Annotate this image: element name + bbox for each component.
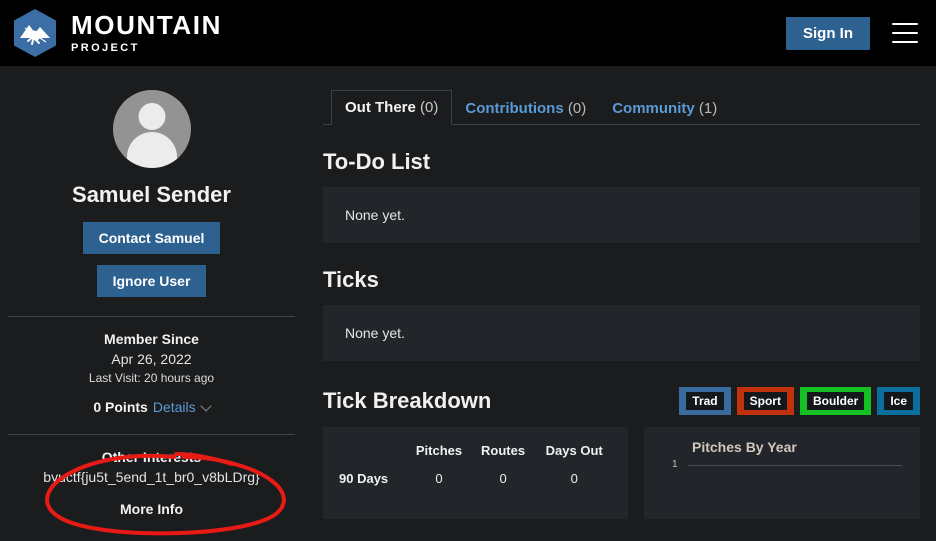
hamburger-menu-icon[interactable] — [892, 23, 922, 43]
more-info-link[interactable]: More Info — [8, 501, 295, 517]
mountain-climber-hexagon-logo — [12, 8, 58, 58]
ignore-button-wrap: Ignore User — [8, 265, 295, 297]
badge-boulder-label: Boulder — [806, 392, 865, 410]
site-header: MOUNTAIN PROJECT Sign In — [0, 0, 936, 66]
header-actions: Sign In — [786, 16, 922, 50]
contact-button-wrap: Contact Samuel — [8, 222, 295, 254]
hamburger-line — [892, 23, 918, 25]
todo-list-card: None yet. — [323, 187, 920, 243]
tab-contributions[interactable]: Contributions (0) — [452, 92, 599, 125]
tab-out-there-label: Out There — [345, 99, 416, 116]
tick-summary-table: Pitches Routes Days Out 90 Days 0 0 0 — [337, 439, 614, 489]
last-visit-text: Last Visit: 20 hours ago — [88, 371, 215, 385]
tab-community[interactable]: Community (1) — [599, 92, 730, 125]
table-header-row: Pitches Routes Days Out — [337, 439, 614, 468]
todo-empty-text: None yet. — [345, 207, 405, 223]
column-header-days-out: Days Out — [545, 443, 603, 458]
discipline-badge-group: Trad Sport Boulder Ice — [679, 387, 920, 415]
row-label-90-days: 90 Days — [339, 471, 389, 486]
badge-sport-label: Sport — [743, 392, 787, 410]
brand-wordmark: MOUNTAIN PROJECT — [71, 12, 222, 54]
member-since-date: Apr 26, 2022 — [111, 351, 192, 367]
points-value: 0 Points — [93, 399, 148, 415]
chart-gridline — [688, 465, 902, 466]
tick-breakdown-header: Tick Breakdown Trad Sport Boulder Ice — [323, 387, 920, 415]
sign-in-button[interactable]: Sign In — [786, 16, 870, 50]
ticks-card: None yet. — [323, 305, 920, 361]
hamburger-line — [892, 41, 918, 43]
table-corner-cell — [337, 439, 406, 468]
sidebar-divider-bottom — [8, 434, 295, 435]
tab-out-there[interactable]: Out There (0) — [331, 90, 453, 125]
table-row: 90 Days 0 0 0 — [337, 468, 614, 489]
other-interests-label: Other Interests — [101, 449, 202, 465]
profile-tabs: Out There (0) Contributions (0) Communit… — [323, 88, 920, 125]
badge-ice[interactable]: Ice — [877, 387, 920, 415]
tab-out-there-count: (0) — [420, 99, 439, 116]
tab-contributions-label: Contributions — [465, 100, 564, 117]
cell-90-days-days-out: 0 — [570, 471, 578, 486]
other-interests-block: Other Interests byuctf{ju5t_5end_1t_br0_… — [8, 449, 295, 536]
member-since-label: Member Since — [104, 331, 199, 347]
chart-y-tick-1: 1 — [672, 459, 678, 470]
cell-90-days-pitches: 0 — [435, 471, 443, 486]
chart-plot-area: 1 — [654, 459, 906, 505]
chart-title: Pitches By Year — [692, 439, 797, 455]
tick-summary-table-card: Pitches Routes Days Out 90 Days 0 0 0 — [323, 427, 628, 519]
badge-sport[interactable]: Sport — [736, 387, 794, 415]
tick-breakdown-title: Tick Breakdown — [323, 388, 492, 413]
avatar-body — [126, 132, 177, 168]
profile-sidebar: Samuel Sender Contact Samuel Ignore User… — [0, 66, 303, 536]
default-user-avatar — [112, 90, 191, 168]
badge-trad[interactable]: Trad — [679, 387, 731, 415]
pitches-by-year-chart-card: Pitches By Year 1 — [644, 427, 920, 519]
points-row: 0 Points Details — [8, 399, 295, 415]
ignore-user-button[interactable]: Ignore User — [96, 265, 207, 297]
ticks-title: Ticks — [323, 267, 379, 292]
brand-name: MOUNTAIN — [71, 10, 222, 40]
badge-boulder[interactable]: Boulder — [799, 387, 872, 415]
badge-ice-label: Ice — [884, 392, 913, 410]
points-details-link[interactable]: Details — [153, 399, 196, 415]
profile-content: Out There (0) Contributions (0) Communit… — [303, 66, 936, 532]
chevron-down-icon[interactable] — [199, 399, 212, 412]
profile-user-name: Samuel Sender — [72, 182, 231, 207]
other-interests-value: byuctf{ju5t_5end_1t_br0_v8bLDrg} — [43, 469, 260, 485]
avatar-head — [138, 103, 165, 130]
tab-contributions-count: (0) — [567, 100, 587, 117]
page-body: Samuel Sender Contact Samuel Ignore User… — [0, 66, 936, 536]
column-header-pitches: Pitches — [415, 443, 463, 458]
tab-community-label: Community — [612, 100, 695, 117]
ticks-empty-text: None yet. — [345, 325, 405, 341]
brand-logo[interactable]: MOUNTAIN PROJECT — [12, 8, 222, 58]
contact-user-button[interactable]: Contact Samuel — [82, 222, 221, 254]
cell-90-days-routes: 0 — [499, 471, 507, 486]
tick-breakdown-body: Pitches Routes Days Out 90 Days 0 0 0 Pi… — [323, 427, 920, 519]
todo-list-title: To-Do List — [323, 149, 431, 174]
sidebar-divider-top — [8, 316, 295, 317]
brand-subname: PROJECT — [71, 42, 140, 54]
column-header-routes: Routes — [481, 443, 526, 458]
hamburger-line — [892, 32, 918, 34]
badge-trad-label: Trad — [686, 392, 724, 410]
tab-community-count: (1) — [698, 100, 718, 117]
